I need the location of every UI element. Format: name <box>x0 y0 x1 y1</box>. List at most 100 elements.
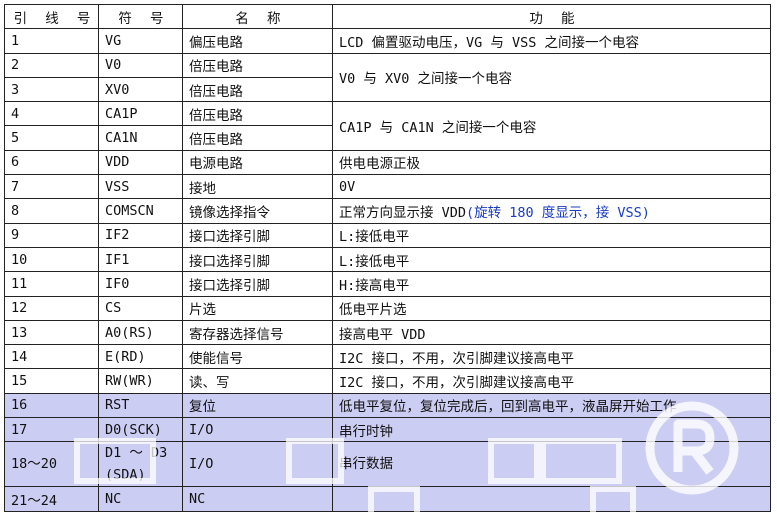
table-row: 8 COMSCN 镜像选择指令 正常方向显示接 VDD(旋转 180 度显示，接… <box>4 198 771 224</box>
pin-cell: 14 <box>4 344 99 370</box>
name-cell: 倍压电路 <box>182 52 333 78</box>
function-cell <box>332 486 771 512</box>
pin-cell: 17 <box>4 417 99 443</box>
header-pin: 引 线 号 <box>4 3 99 30</box>
name-cell: 接地 <box>182 174 333 200</box>
table-row: 9 IF2 接口选择引脚 L:接低电平 <box>4 222 771 248</box>
table-row: 21～24 NC NC <box>4 486 771 512</box>
name-cell: NC <box>182 486 333 512</box>
function-cell: 0V <box>332 174 771 200</box>
symbol-line2: (SDA) <box>105 467 146 484</box>
function-cell: L:接低电平 <box>332 222 771 248</box>
table-header-row: 引 线 号 符 号 名 称 功 能 <box>4 3 771 30</box>
pin-cell: 2 <box>4 52 99 78</box>
table-row: 2 V0 倍压电路 V0 与 XV0 之间接一个电容 <box>4 52 771 103</box>
name-cell: 镜像选择指令 <box>182 198 333 224</box>
symbol-cell: CA1N <box>98 125 183 151</box>
table-row: 11 IF0 接口选择引脚 H:接高电平 <box>4 271 771 297</box>
symbol-cell: E(RD) <box>98 344 183 370</box>
function-cell: I2C 接口，不用，次引脚建议接高电平 <box>332 368 771 394</box>
function-cell: H:接高电平 <box>332 271 771 297</box>
name-cell: 接口选择引脚 <box>182 222 333 248</box>
symbol-cell: IF2 <box>98 222 183 248</box>
table-row: 18～20 D1 ～ D3 (SDA) I/O 串行数据 <box>4 441 771 488</box>
table-row: 12 CS 片选 低电平片选 <box>4 295 771 321</box>
symbol-cell: CA1P <box>98 101 183 127</box>
function-text: 正常方向显示接 VDD <box>339 205 467 222</box>
symbol-cell: VDD <box>98 149 183 176</box>
table-row: 17 D0(SCK) I/O 串行时钟 <box>4 417 771 443</box>
name-cell: 接口选择引脚 <box>182 271 333 297</box>
function-cell: L:接低电平 <box>332 246 771 273</box>
pin-cell: 16 <box>4 392 99 419</box>
pin-cell: 8 <box>4 198 99 224</box>
symbol-cell: IF0 <box>98 271 183 297</box>
symbol-cell: VSS <box>98 174 183 200</box>
name-cell: 偏压电路 <box>182 28 333 54</box>
name-cell: 倍压电路 <box>182 101 333 127</box>
name-cell: I/O <box>182 417 333 443</box>
table-row: 14 E(RD) 使能信号 I2C 接口，不用，次引脚建议接高电平 <box>4 344 771 370</box>
pin-cell: 3 <box>4 76 99 103</box>
name-cell: 接口选择引脚 <box>182 246 333 273</box>
function-cell: 串行时钟 <box>332 417 771 443</box>
table-row: 1 VG 偏压电路 LCD 偏置驱动电压，VG 与 VSS 之间接一个电容 <box>4 28 771 54</box>
pin-cell: 15 <box>4 368 99 394</box>
function-cell: 低电平片选 <box>332 295 771 321</box>
symbol-cell: RST <box>98 392 183 419</box>
table-row: 16 RST 复位 低电平复位，复位完成后，回到高电平，液晶屏开始工作 <box>4 392 771 419</box>
pin-cell: 12 <box>4 295 99 321</box>
pin-cell: 4 <box>4 101 99 127</box>
function-cell: V0 与 XV0 之间接一个电容 <box>332 52 771 103</box>
function-cell: I2C 接口，不用，次引脚建议接高电平 <box>332 344 771 370</box>
function-cell: 正常方向显示接 VDD(旋转 180 度显示，接 VSS) <box>332 198 771 224</box>
pin-cell: 11 <box>4 271 99 297</box>
pin-cell: 1 <box>4 28 99 54</box>
function-cell: 接高电平 VDD <box>332 319 771 346</box>
symbol-cell: V0 <box>98 52 183 78</box>
pin-cell: 10 <box>4 246 99 273</box>
header-symbol: 符 号 <box>98 3 183 30</box>
function-cell: 串行数据 <box>332 441 771 488</box>
pin-cell: 21～24 <box>4 486 99 512</box>
name-cell: 寄存器选择信号 <box>182 319 333 346</box>
table-row: 15 RW(WR) 读、写 I2C 接口，不用，次引脚建议接高电平 <box>4 368 771 394</box>
symbol-cell: D1 ～ D3 (SDA) <box>98 441 183 488</box>
function-note: (旋转 180 度显示，接 VSS) <box>466 205 650 222</box>
function-cell: CA1P 与 CA1N 之间接一个电容 <box>332 101 771 151</box>
name-cell: 倍压电路 <box>182 125 333 151</box>
pin-cell: 9 <box>4 222 99 248</box>
symbol-cell: D0(SCK) <box>98 417 183 443</box>
symbol-cell: A0(RS) <box>98 319 183 346</box>
symbol-cell: RW(WR) <box>98 368 183 394</box>
symbol-line1: D1 ～ D3 <box>105 445 168 462</box>
table-row: 7 VSS 接地 0V <box>4 174 771 200</box>
function-cell: 低电平复位，复位完成后，回到高电平，液晶屏开始工作 <box>332 392 771 419</box>
name-cell: I/O <box>182 441 333 488</box>
function-cell: 供电电源正极 <box>332 149 771 176</box>
name-cell: 读、写 <box>182 368 333 394</box>
name-cell: 片选 <box>182 295 333 321</box>
name-cell: 复位 <box>182 392 333 419</box>
symbol-cell: CS <box>98 295 183 321</box>
name-cell: 使能信号 <box>182 344 333 370</box>
symbol-cell: COMSCN <box>98 198 183 224</box>
symbol-cell: VG <box>98 28 183 54</box>
symbol-cell: IF1 <box>98 246 183 273</box>
pin-definition-table: 引 线 号 符 号 名 称 功 能 1 VG 偏压电路 LCD 偏置驱动电压，V… <box>4 3 771 512</box>
header-function: 功 能 <box>332 3 771 30</box>
name-cell: 电源电路 <box>182 149 333 176</box>
table-row: 13 A0(RS) 寄存器选择信号 接高电平 VDD <box>4 319 771 346</box>
header-name: 名 称 <box>182 3 333 30</box>
table-row: 10 IF1 接口选择引脚 L:接低电平 <box>4 246 771 273</box>
table-row: 6 VDD 电源电路 供电电源正极 <box>4 149 771 176</box>
function-cell: LCD 偏置驱动电压，VG 与 VSS 之间接一个电容 <box>332 28 771 54</box>
name-cell: 倍压电路 <box>182 76 333 103</box>
pin-cell: 7 <box>4 174 99 200</box>
pin-cell: 18～20 <box>4 441 99 488</box>
symbol-cell: NC <box>98 486 183 512</box>
table-row: 4 CA1P 倍压电路 CA1P 与 CA1N 之间接一个电容 <box>4 101 771 151</box>
pin-cell: 6 <box>4 149 99 176</box>
symbol-cell: XV0 <box>98 76 183 103</box>
pin-cell: 13 <box>4 319 99 346</box>
